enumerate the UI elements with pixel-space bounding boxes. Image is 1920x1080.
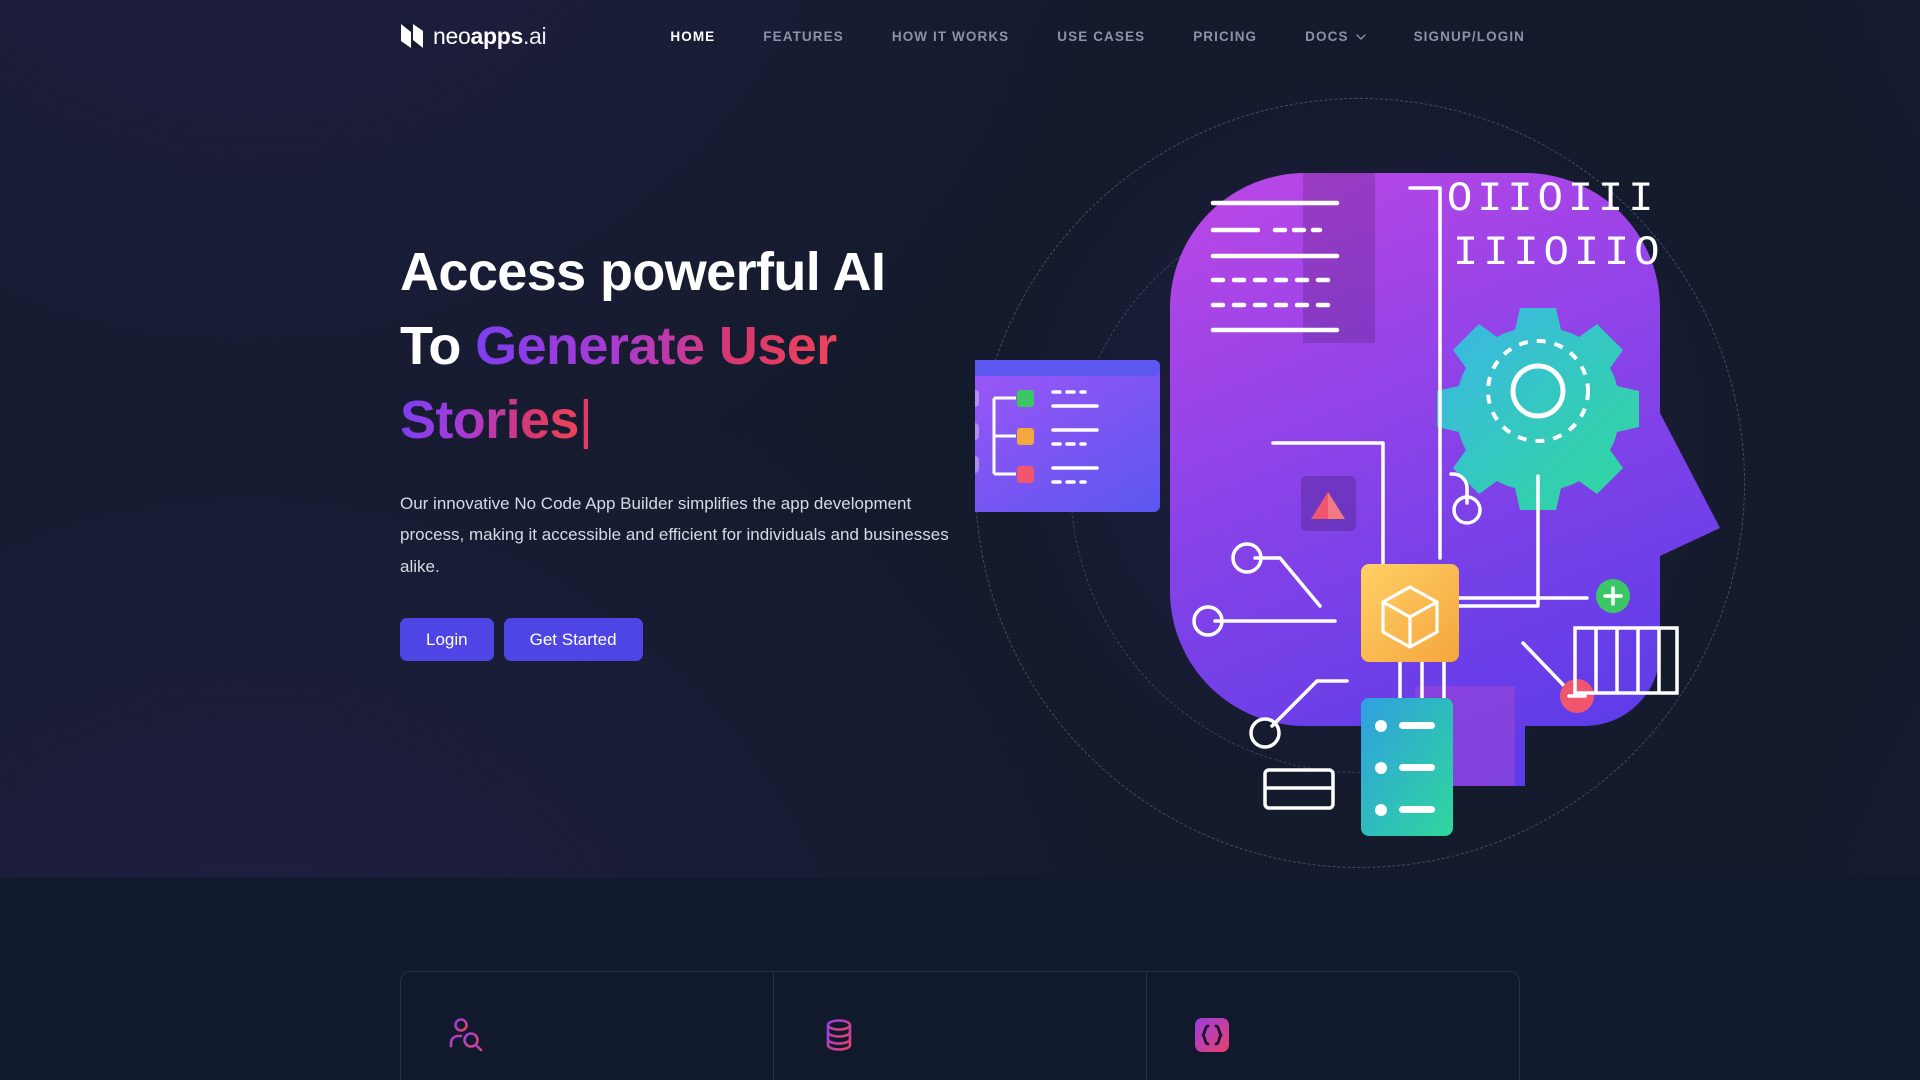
nav-item-use-cases-label: USE CASES — [1057, 28, 1146, 44]
get-started-button[interactable]: Get Started — [503, 618, 643, 662]
hero-title-line-3-gradient: Stories — [400, 389, 579, 450]
nav-item-home[interactable]: HOME — [646, 29, 739, 44]
login-button[interactable]: Login — [400, 618, 494, 662]
hero-title-line-1: Access powerful AI — [400, 242, 886, 302]
brand-name-part2: apps — [470, 22, 523, 49]
nav-item-how-it-works[interactable]: HOW IT WORKS — [868, 29, 1033, 44]
nav-item-pricing-label: PRICING — [1193, 28, 1258, 44]
feature-card-business-logic[interactable]: Business Logic & Workflows — [1146, 971, 1520, 1080]
hero-title-line-2-gradient: Generate User — [475, 315, 837, 376]
brand-logo[interactable]: neoapps.ai — [400, 22, 547, 50]
database-icon — [826, 1019, 852, 1051]
main-navigation: neoapps.ai HOME FEATURES HOW IT WORKS US… — [0, 0, 1920, 72]
brand-name-part1: neo — [433, 22, 471, 49]
brand-name-part3: .ai — [522, 22, 547, 49]
landing-page: OIIOIII IIIOIIO neoapps.ai HOME FEATURES… — [0, 0, 1920, 1080]
hero-content: Access powerful AI To Generate User Stor… — [400, 236, 1000, 662]
hero-description: Our innovative No Code App Builder simpl… — [400, 493, 949, 576]
nav-item-docs[interactable]: DOCS — [1281, 29, 1389, 44]
hero-title-line-3: Stories| — [400, 384, 1000, 458]
nav-item-how-it-works-label: HOW IT WORKS — [891, 28, 1010, 44]
page-title: Access powerful AI To Generate User Stor… — [400, 236, 1000, 458]
nav-item-signup-login-label: SIGNUP/LOGIN — [1413, 28, 1526, 44]
hero-actions: Login Get Started — [400, 618, 1000, 662]
nav-item-features-label: FEATURES — [763, 28, 844, 44]
svg-text:OIIOIII: OIIOIII — [1447, 175, 1658, 223]
feature-card-business-analysis[interactable]: Business Analysis (BA) Work — [400, 971, 773, 1080]
typing-caret: | — [578, 389, 593, 450]
nav-item-pricing[interactable]: PRICING — [1169, 29, 1281, 44]
hero-illustration: OIIOIII IIIOIIO — [905, 98, 1745, 868]
nav-item-features[interactable]: FEATURES — [739, 29, 868, 44]
nav-item-docs-label: DOCS — [1305, 28, 1349, 44]
feature-cards: Business Analysis (BA) Work Database Gen… — [400, 971, 1520, 1080]
hero-title-line-2: To Generate User — [400, 310, 1000, 384]
nav-item-home-label: HOME — [670, 28, 716, 44]
user-search-icon — [449, 1018, 483, 1052]
hero-title-line-2-plain: To — [400, 315, 476, 376]
nav-links: HOME FEATURES HOW IT WORKS USE CASES PRI… — [646, 29, 1549, 44]
code-braces-icon — [1195, 1018, 1229, 1052]
feature-card-database-generation[interactable]: Database Generation — [773, 971, 1146, 1080]
svg-text:IIIOIIO: IIIOIIO — [1453, 229, 1664, 277]
nav-item-signup-login[interactable]: SIGNUP/LOGIN — [1390, 29, 1549, 44]
nav-item-use-cases[interactable]: USE CASES — [1033, 29, 1169, 44]
brand-name: neoapps.ai — [433, 22, 547, 50]
chevron-down-icon — [1355, 34, 1366, 40]
neoapps-logo-mark-icon — [401, 24, 423, 48]
